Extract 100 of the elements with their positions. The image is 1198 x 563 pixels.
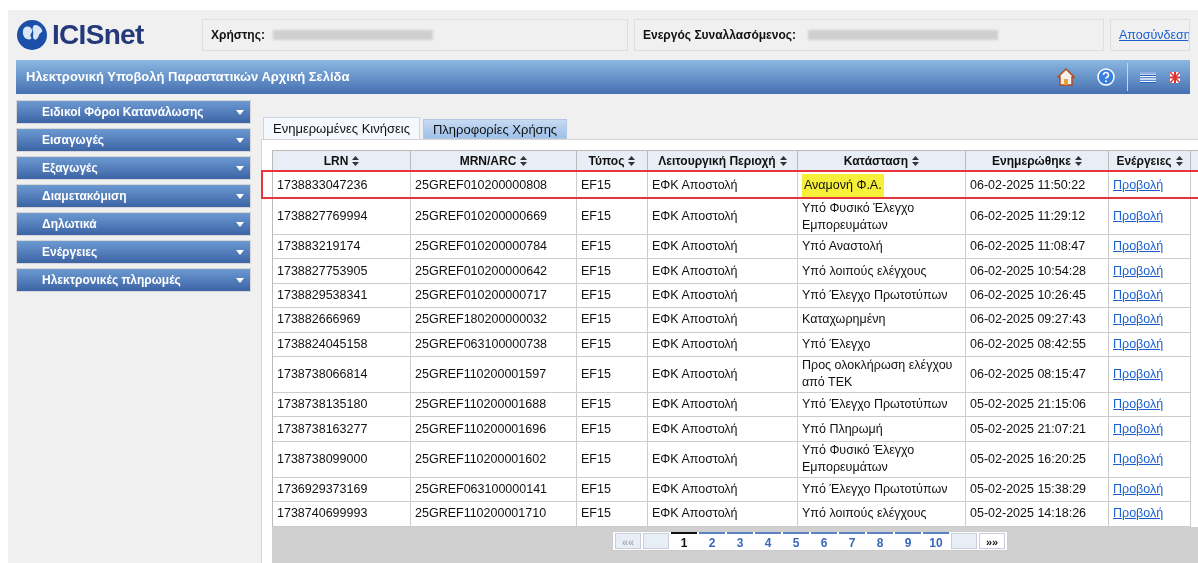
table-cell: 06-02-2025 11:50:22 xyxy=(970,176,1086,194)
sidebar-menu-item[interactable]: Διαμετακόμιση xyxy=(16,184,251,208)
table-cell: Υπό Πληρωμή xyxy=(802,420,883,438)
caret-icon xyxy=(236,193,244,199)
table-cell: 06-02-2025 09:27:43 xyxy=(970,311,1087,329)
table-cell: EF15 xyxy=(581,450,611,468)
globe-icon xyxy=(16,19,48,51)
table-cell: 06-02-2025 08:42:55 xyxy=(970,335,1087,353)
page-button[interactable]: 3 xyxy=(727,531,753,550)
sidebar-menu-item[interactable]: Ειδικοί Φόροι Κατανάλωσης xyxy=(16,100,251,124)
column-header[interactable]: Ενέργειες xyxy=(1109,151,1191,172)
table-cell: EF15 xyxy=(581,396,611,414)
page-button[interactable]: 4 xyxy=(755,531,781,550)
table-cell: Υπό Έλεγχο Πρωτοτύπων xyxy=(802,286,948,304)
table-cell: 25GREF110200001710 xyxy=(415,505,547,523)
table-cell: 1738738163277 xyxy=(277,420,368,438)
table-cell: 1738738066814 xyxy=(277,365,368,383)
page-button[interactable]: 8 xyxy=(867,531,893,550)
sidebar-menu-item[interactable]: Εξαγωγές xyxy=(16,156,251,180)
table-cell: ΕΦΚ Αποστολή xyxy=(652,365,738,383)
last-page-button[interactable]: »» xyxy=(979,532,1005,549)
tab[interactable]: Πληροφορίες Χρήσης xyxy=(422,119,568,139)
view-link[interactable]: Προβολή xyxy=(1113,420,1164,438)
table-cell: EF15 xyxy=(581,480,611,498)
table-cell: ΕΦΚ Αποστολή xyxy=(652,420,738,438)
table-cell: EF15 xyxy=(581,365,611,383)
caret-icon xyxy=(236,109,244,115)
sidebar-menu-item[interactable]: Ηλεκτρονικές πληρωμές xyxy=(16,268,251,292)
table-cell: 25GREF110200001688 xyxy=(415,396,547,414)
column-header[interactable]: Λειτουργική Περιοχή xyxy=(648,151,798,172)
table-cell: 25GREF110200001597 xyxy=(415,365,547,383)
table-cell: 06-02-2025 10:26:45 xyxy=(970,286,1087,304)
table-cell: 25GREF010200000642 xyxy=(415,262,548,280)
table-cell: 1736929373169 xyxy=(277,480,368,498)
column-header[interactable]: LRN xyxy=(273,151,411,172)
sidebar-menu-item[interactable]: Εισαγωγές xyxy=(16,128,251,152)
view-link[interactable]: Προβολή xyxy=(1113,286,1164,304)
page-button[interactable]: 7 xyxy=(839,531,865,550)
table-cell: EF15 xyxy=(581,335,611,353)
table-cell: 25GREF110200001696 xyxy=(415,420,547,438)
uk-flag-icon[interactable] xyxy=(1170,71,1180,83)
table-cell-text: Προς ολοκλήρωση ελέγχου από ΤΕΚ xyxy=(802,357,954,392)
table-cell: 25GREF063100000141 xyxy=(415,480,548,498)
table-cell: 1738827769994 xyxy=(277,208,368,225)
table-cell: 25GREF010200000808 xyxy=(415,176,548,194)
view-link[interactable]: Προβολή xyxy=(1113,365,1164,383)
column-header[interactable]: Τύπος xyxy=(577,151,648,172)
tab[interactable]: Ενημερωμένες Κινήσεις xyxy=(263,117,420,139)
table-cell: EF15 xyxy=(581,176,611,194)
page-button[interactable]: 6 xyxy=(811,531,837,550)
home-icon[interactable] xyxy=(1057,68,1075,86)
table-cell: EF15 xyxy=(581,262,611,280)
caret-icon xyxy=(236,277,244,283)
table-cell: ΕΦΚ Αποστολή xyxy=(652,176,738,194)
table-cell: 25GREF180200000032 xyxy=(415,311,548,329)
page-button[interactable]: 10 xyxy=(923,531,949,550)
caret-icon xyxy=(236,249,244,255)
table-cell: ΕΦΚ Αποστολή xyxy=(652,450,738,468)
table-cell: 25GREF010200000669 xyxy=(415,208,548,225)
table-cell: Υπό Έλεγχο xyxy=(802,335,871,353)
sort-icon xyxy=(1175,156,1183,166)
column-header[interactable]: MRN/ARC xyxy=(411,151,577,172)
sidebar-menu-item[interactable]: Ενέργειες xyxy=(16,240,251,264)
table-cell: 06-02-2025 11:29:12 xyxy=(970,208,1086,225)
caret-icon xyxy=(236,221,244,227)
table-cell: 1738740699993 xyxy=(277,505,368,523)
table-cell: 1738829538341 xyxy=(277,286,368,304)
view-link[interactable]: Προβολή xyxy=(1113,176,1164,194)
table-cell: Αναμονή Φ.Α. xyxy=(802,173,884,197)
page-button[interactable]: 5 xyxy=(783,531,809,550)
sort-icon xyxy=(352,156,360,166)
view-link[interactable]: Προβολή xyxy=(1113,262,1164,280)
page-button[interactable]: 9 xyxy=(895,531,921,550)
view-link[interactable]: Προβολή xyxy=(1113,335,1164,353)
logo: ICISnet xyxy=(52,18,144,52)
column-header[interactable]: Κατάσταση xyxy=(798,151,966,172)
view-link[interactable]: Προβολή xyxy=(1113,450,1164,468)
sidebar-menu-item[interactable]: Δηλωτικά xyxy=(16,212,251,236)
view-link[interactable]: Προβολή xyxy=(1113,396,1164,414)
page-button[interactable]: 1 xyxy=(671,531,697,550)
table-cell: 05-02-2025 16:20:25 xyxy=(970,450,1087,468)
sort-icon xyxy=(628,156,636,166)
table-cell: 06-02-2025 10:54:28 xyxy=(970,262,1087,280)
view-link[interactable]: Προβολή xyxy=(1113,208,1164,225)
table-cell: 05-02-2025 15:38:29 xyxy=(970,480,1087,498)
table-cell: Υπό Έλεγχο Πρωτοτύπων xyxy=(802,480,948,498)
help-icon[interactable] xyxy=(1097,68,1115,86)
sort-icon xyxy=(520,156,528,166)
view-link[interactable]: Προβολή xyxy=(1113,238,1164,256)
column-header[interactable]: Ενημερώθηκε xyxy=(966,151,1109,172)
table-cell: 173882666969 xyxy=(277,311,361,329)
table-cell: 06-02-2025 11:08:47 xyxy=(970,238,1086,256)
view-link[interactable]: Προβολή xyxy=(1113,311,1164,329)
table-cell: EF15 xyxy=(581,420,611,438)
table-cell: 1738833047236 xyxy=(277,176,368,194)
view-link[interactable]: Προβολή xyxy=(1113,480,1164,498)
trader-label: Ενεργός Συναλλασόμενος: xyxy=(643,27,796,44)
page-button[interactable]: 2 xyxy=(699,531,725,550)
view-link[interactable]: Προβολή xyxy=(1113,505,1164,523)
greek-flag-icon[interactable] xyxy=(1140,71,1156,83)
